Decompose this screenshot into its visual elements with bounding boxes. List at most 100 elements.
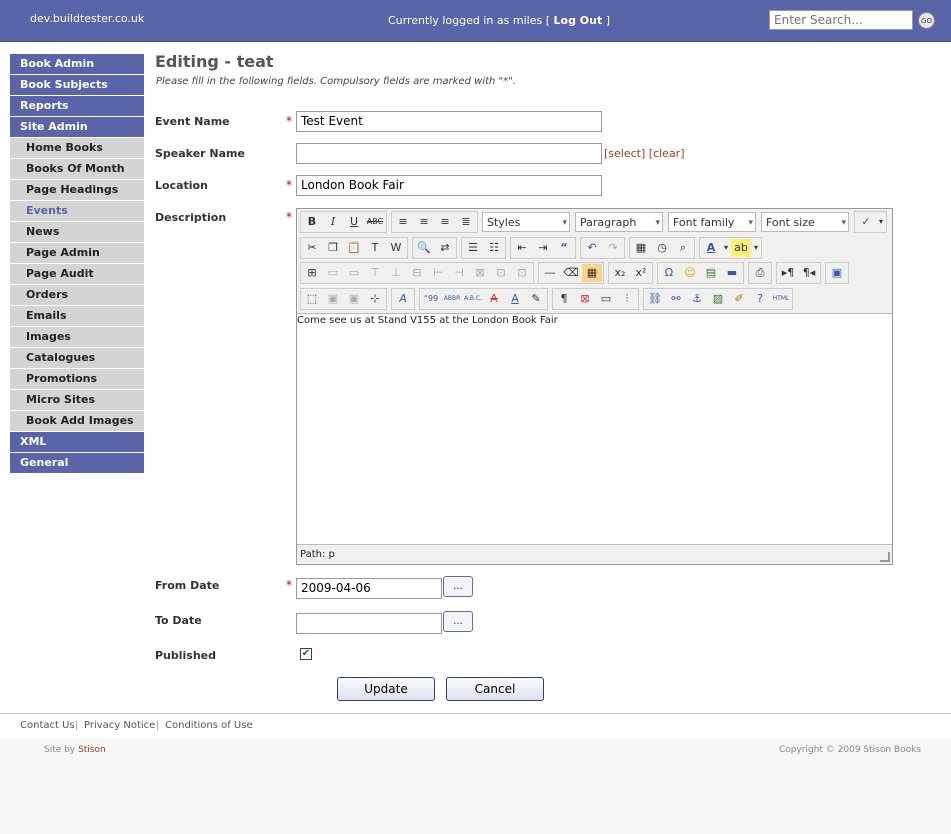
image-icon[interactable]: ▨ <box>708 290 728 308</box>
bold-icon[interactable]: B <box>302 213 322 231</box>
text-color-dropdown-icon[interactable]: ▾ <box>722 239 730 257</box>
sidebar-item-book-subjects[interactable]: Book Subjects <box>10 75 144 95</box>
advhr-icon[interactable]: ▬ <box>722 264 742 282</box>
sidebar-item-home-books[interactable]: Home Books <box>10 138 144 158</box>
visual-aid-icon[interactable]: ▦ <box>582 264 602 282</box>
cancel-button[interactable]: Cancel <box>446 677 544 701</box>
numbered-list-icon[interactable]: ☷ <box>484 239 504 257</box>
sidebar-item-site-admin[interactable]: Site Admin <box>10 117 144 137</box>
unlink-icon[interactable]: ⚯ <box>666 290 686 308</box>
speaker-clear-link[interactable]: [clear] <box>649 147 685 160</box>
italic-icon[interactable]: I <box>323 213 343 231</box>
style-props-icon[interactable]: A <box>393 290 413 308</box>
charmap-icon[interactable]: Ω <box>659 264 679 282</box>
font-family-select[interactable]: Font family <box>668 212 756 233</box>
delete-col-icon[interactable]: ⊠ <box>470 264 490 282</box>
highlight-dropdown-icon[interactable]: ▾ <box>752 239 760 257</box>
sidebar-item-book-admin[interactable]: Book Admin <box>10 54 144 74</box>
align-center-icon[interactable]: ≡ <box>414 213 434 231</box>
table-icon[interactable]: ⊞ <box>302 264 322 282</box>
sidebar-item-micro-sites[interactable]: Micro Sites <box>10 390 144 410</box>
align-justify-icon[interactable]: ≣ <box>456 213 476 231</box>
highlight-color-icon[interactable]: ab <box>731 239 751 257</box>
contact-link[interactable]: Contact Us <box>20 720 75 731</box>
delete-row-icon[interactable]: ⊟ <box>407 264 427 282</box>
update-button[interactable]: Update <box>337 677 435 701</box>
attributes-icon[interactable]: ✎ <box>526 290 546 308</box>
bullet-list-icon[interactable]: ☰ <box>463 239 483 257</box>
acronym-icon[interactable]: A.B.C. <box>463 290 483 308</box>
abbr-icon[interactable]: ABBR <box>442 290 462 308</box>
sidebar-item-events[interactable]: Events <box>10 201 144 221</box>
logout-link[interactable]: Log Out <box>554 14 603 27</box>
emoticon-icon[interactable]: ☺ <box>680 264 700 282</box>
hr-icon[interactable]: — <box>540 264 560 282</box>
sidebar-item-orders[interactable]: Orders <box>10 285 144 305</box>
row-before-icon[interactable]: ⊤ <box>365 264 385 282</box>
undo-icon[interactable]: ↶ <box>582 239 602 257</box>
remove-format-icon[interactable]: ⌫ <box>561 264 581 282</box>
paste-word-icon[interactable]: W <box>386 239 406 257</box>
col-after-icon[interactable]: ⊣ <box>449 264 469 282</box>
html-source-icon[interactable]: HTML <box>771 290 791 308</box>
go-button[interactable]: GO <box>918 12 935 29</box>
find-icon[interactable]: 🔍 <box>414 239 434 257</box>
to-date-picker-button[interactable]: ... <box>443 611 473 632</box>
indent-icon[interactable]: ⇥ <box>533 239 553 257</box>
underline-icon[interactable]: U <box>344 213 364 231</box>
align-left-icon[interactable]: ≡ <box>393 213 413 231</box>
resize-handle-icon[interactable] <box>880 552 890 562</box>
anchor-icon[interactable]: ⚓ <box>687 290 707 308</box>
event-name-input[interactable]: Test Event <box>296 111 602 132</box>
time-icon[interactable]: ◷ <box>652 239 672 257</box>
absolute-icon[interactable]: ⊹ <box>365 290 385 308</box>
spellcheck-dropdown-icon[interactable]: ▾ <box>877 213 885 231</box>
format-select[interactable]: Paragraph <box>575 212 663 233</box>
cite-icon[interactable]: “99 <box>421 290 441 308</box>
sidebar-item-page-admin[interactable]: Page Admin <box>10 243 144 263</box>
date-icon[interactable]: ▦ <box>631 239 651 257</box>
paste-icon[interactable]: 📋 <box>344 239 364 257</box>
sidebar-item-general[interactable]: General <box>10 453 144 473</box>
print-icon[interactable]: ⎙ <box>750 264 770 282</box>
conditions-link[interactable]: Conditions of Use <box>165 720 253 731</box>
sidebar-item-book-add-images[interactable]: Book Add Images <box>10 411 144 431</box>
spellcheck-icon[interactable]: ✓ <box>856 213 876 231</box>
sidebar-item-xml[interactable]: XML <box>10 432 144 452</box>
row-after-icon[interactable]: ⊥ <box>386 264 406 282</box>
replace-icon[interactable]: ⇄ <box>435 239 455 257</box>
text-color-icon[interactable]: A <box>701 239 721 257</box>
link-icon[interactable]: ⛓ <box>645 290 665 308</box>
media-icon[interactable]: ▤ <box>701 264 721 282</box>
align-right-icon[interactable]: ≡ <box>435 213 455 231</box>
insert-layer-icon[interactable]: ⬚ <box>302 290 322 308</box>
styles-select[interactable]: Styles <box>482 212 570 233</box>
sidebar-item-reports[interactable]: Reports <box>10 96 144 116</box>
sidebar-item-promotions[interactable]: Promotions <box>10 369 144 389</box>
split-cells-icon[interactable]: ⊡ <box>491 264 511 282</box>
speaker-input[interactable] <box>296 143 602 164</box>
search-input[interactable] <box>769 10 913 30</box>
paste-text-icon[interactable]: T <box>365 239 385 257</box>
sidebar-item-catalogues[interactable]: Catalogues <box>10 348 144 368</box>
template-icon[interactable]: ▭ <box>596 290 616 308</box>
privacy-link[interactable]: Privacy Notice <box>84 720 155 731</box>
move-backward-icon[interactable]: ▣ <box>344 290 364 308</box>
sidebar-item-images[interactable]: Images <box>10 327 144 347</box>
col-before-icon[interactable]: ⊢ <box>428 264 448 282</box>
blockquote-icon[interactable]: “ <box>554 239 574 257</box>
from-date-input[interactable]: 2009-04-06 <box>296 578 442 599</box>
sidebar-item-emails[interactable]: Emails <box>10 306 144 326</box>
preview-icon[interactable]: ⌕ <box>673 239 693 257</box>
cut-icon[interactable]: ✂ <box>302 239 322 257</box>
del-icon[interactable]: A <box>484 290 504 308</box>
font-size-select[interactable]: Font size <box>761 212 849 233</box>
move-forward-icon[interactable]: ▣ <box>323 290 343 308</box>
ins-icon[interactable]: A <box>505 290 525 308</box>
site-by-link[interactable]: Stison <box>78 745 106 755</box>
ltr-icon[interactable]: ▸¶ <box>778 264 798 282</box>
superscript-icon[interactable]: x² <box>631 264 651 282</box>
cell-props-icon[interactable]: ▭ <box>344 264 364 282</box>
fullscreen-icon[interactable]: ▣ <box>827 264 847 282</box>
copy-icon[interactable]: ❐ <box>323 239 343 257</box>
